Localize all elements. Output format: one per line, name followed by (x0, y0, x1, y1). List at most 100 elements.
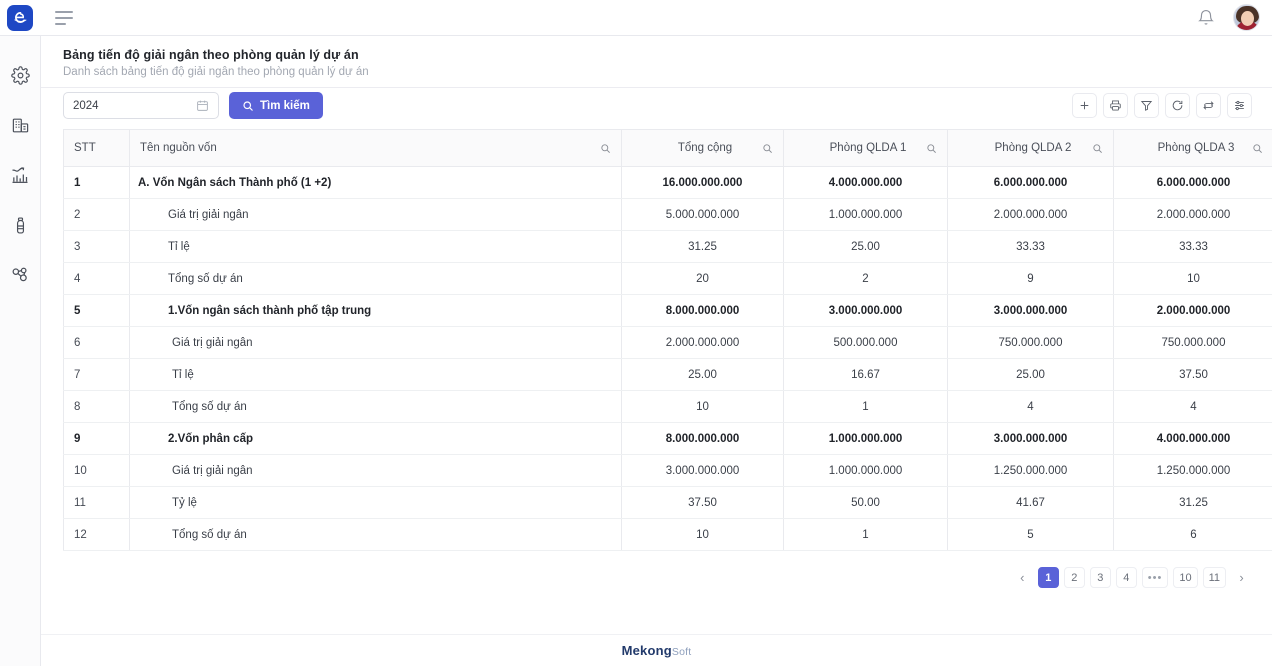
hamburger-icon[interactable] (55, 11, 75, 25)
sidebar-item-analytics[interactable] (0, 150, 41, 200)
cell-name: 1.Vốn ngân sách thành phố tập trung (130, 295, 622, 327)
sidebar-item-data[interactable] (0, 200, 41, 250)
cell-qlda2: 1.250.000.000 (948, 455, 1114, 487)
cell-qlda1: 1.000.000.000 (784, 199, 948, 231)
search-icon (242, 100, 254, 112)
cell-qlda1: 1.000.000.000 (784, 455, 948, 487)
cell-name: Tỷ lệ (130, 487, 622, 519)
table-row[interactable]: 4Tổng số dự án202910 (64, 263, 1272, 295)
cell-qlda2: 3.000.000.000 (948, 295, 1114, 327)
column-search-icon[interactable] (1092, 143, 1103, 154)
col-header-phong-qlda-2[interactable]: Phòng QLDA 2 (948, 130, 1114, 167)
cell-name: Tổng số dự án (130, 391, 622, 423)
table-row[interactable]: 8Tổng số dự án10144 (64, 391, 1272, 423)
filter-icon (1140, 99, 1153, 112)
col-header-phong-qlda-3[interactable]: Phòng QLDA 3 (1114, 130, 1272, 167)
cell-qlda3: 6.000.000.000 (1114, 167, 1272, 199)
table-head: STT Tên nguồn vốn (64, 130, 1272, 167)
table-row[interactable]: 10Giá trị giải ngân3.000.000.0001.000.00… (64, 455, 1272, 487)
pagination-ellipsis[interactable]: ••• (1142, 567, 1169, 588)
pagination-next[interactable]: › (1231, 567, 1252, 588)
cell-stt: 1 (64, 167, 130, 199)
table-row[interactable]: 2Giá trị giải ngân5.000.000.0001.000.000… (64, 199, 1272, 231)
cell-name: 2.Vốn phân cấp (130, 423, 622, 455)
sidebar-nav (0, 50, 40, 300)
table-row[interactable]: 51.Vốn ngân sách thành phố tập trung8.00… (64, 295, 1272, 327)
calendar-icon[interactable] (196, 99, 209, 112)
disbursement-table: STT Tên nguồn vốn (63, 129, 1272, 551)
filter-button[interactable] (1134, 93, 1159, 118)
cell-qlda1: 2 (784, 263, 948, 295)
cell-stt: 2 (64, 199, 130, 231)
notification-bell-button[interactable] (1197, 9, 1215, 27)
cell-qlda1: 25.00 (784, 231, 948, 263)
table-row[interactable]: 1A. Vốn Ngân sách Thành phố (1 +2)16.000… (64, 167, 1272, 199)
pagination-page-1[interactable]: 1 (1038, 567, 1059, 588)
column-search-icon[interactable] (600, 143, 611, 154)
column-settings-button[interactable] (1227, 93, 1252, 118)
table-row[interactable]: 12Tổng số dự án10156 (64, 519, 1272, 551)
search-button[interactable]: Tìm kiếm (229, 92, 323, 119)
table-container: STT Tên nguồn vốn (41, 129, 1272, 551)
column-search-icon[interactable] (926, 143, 937, 154)
toolbar: 2024 Tìm kiếm (41, 88, 1272, 129)
year-date-input[interactable]: 2024 (63, 92, 219, 119)
footer: MekongSoft (41, 634, 1272, 666)
col-header-stt[interactable]: STT (64, 130, 130, 167)
cell-qlda2: 750.000.000 (948, 327, 1114, 359)
column-search-icon[interactable] (1252, 143, 1263, 154)
cell-qlda1: 3.000.000.000 (784, 295, 948, 327)
sidebar-item-network[interactable] (0, 250, 41, 300)
planet-e-icon (12, 9, 29, 26)
cell-stt: 11 (64, 487, 130, 519)
pagination-page-2[interactable]: 2 (1064, 567, 1085, 588)
sync-icon (1202, 99, 1215, 112)
add-button[interactable] (1072, 93, 1097, 118)
pagination-page-10[interactable]: 10 (1173, 567, 1197, 588)
table-row[interactable]: 92.Vốn phân cấp8.000.000.0001.000.000.00… (64, 423, 1272, 455)
table-row[interactable]: 11Tỷ lệ37.5050.0041.6731.25 (64, 487, 1272, 519)
brand-logo: MekongSoft (622, 643, 692, 658)
cell-total: 16.000.000.000 (622, 167, 784, 199)
col-header-label: Phòng QLDA 3 (1124, 142, 1252, 154)
cell-name: Giá trị giải ngân (130, 455, 622, 487)
column-search-icon[interactable] (762, 143, 773, 154)
cell-qlda2: 4 (948, 391, 1114, 423)
settings-sliders-icon (1233, 99, 1246, 112)
cell-total: 20 (622, 263, 784, 295)
cell-qlda3: 10 (1114, 263, 1272, 295)
cell-stt: 4 (64, 263, 130, 295)
table-row[interactable]: 3Tỉ lệ31.2525.0033.3333.33 (64, 231, 1272, 263)
refresh-icon (1171, 99, 1184, 112)
sync-button[interactable] (1196, 93, 1221, 118)
cell-stt: 7 (64, 359, 130, 391)
search-button-label: Tìm kiếm (260, 100, 310, 112)
cell-qlda1: 500.000.000 (784, 327, 948, 359)
trend-chart-icon (10, 165, 30, 185)
sidebar-item-reports[interactable] (0, 100, 41, 150)
table-row[interactable]: 6Giá trị giải ngân2.000.000.000500.000.0… (64, 327, 1272, 359)
sidebar-item-settings[interactable] (0, 50, 41, 100)
print-button[interactable] (1103, 93, 1128, 118)
col-header-tong-cong[interactable]: Tổng cộng (622, 130, 784, 167)
cell-name: Tổng số dự án (130, 519, 622, 551)
building-chart-icon (11, 116, 30, 135)
col-header-label: Phòng QLDA 1 (794, 142, 926, 154)
pagination-page-4[interactable]: 4 (1116, 567, 1137, 588)
col-header-phong-qlda-1[interactable]: Phòng QLDA 1 (784, 130, 948, 167)
table-row[interactable]: 7Tỉ lệ25.0016.6725.0037.50 (64, 359, 1272, 391)
cell-total: 8.000.000.000 (622, 423, 784, 455)
cell-total: 37.50 (622, 487, 784, 519)
user-avatar[interactable] (1233, 4, 1260, 31)
cell-qlda1: 4.000.000.000 (784, 167, 948, 199)
cell-total: 3.000.000.000 (622, 455, 784, 487)
pagination-prev[interactable]: ‹ (1012, 567, 1033, 588)
refresh-button[interactable] (1165, 93, 1190, 118)
cell-qlda3: 2.000.000.000 (1114, 199, 1272, 231)
content-filler (41, 595, 1272, 634)
pagination-page-3[interactable]: 3 (1090, 567, 1111, 588)
col-header-ten-nguon-von[interactable]: Tên nguồn vốn (130, 130, 622, 167)
page-subtitle: Danh sách bảng tiến độ giải ngân theo ph… (63, 66, 1250, 78)
pagination-page-11[interactable]: 11 (1203, 567, 1226, 588)
app-logo[interactable] (0, 0, 41, 36)
